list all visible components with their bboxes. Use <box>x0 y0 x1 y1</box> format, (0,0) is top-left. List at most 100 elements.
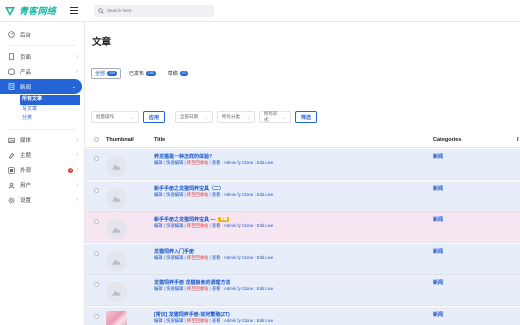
clone-link[interactable]: Admin fy Clone <box>224 286 253 291</box>
clone-link[interactable]: Admin fy Clone <box>224 255 253 260</box>
quick-edit-link[interactable]: 快速编辑 <box>166 318 183 323</box>
column-header-categories: Categories <box>433 136 462 143</box>
edit-link[interactable]: 编辑 <box>154 255 163 260</box>
trash-link[interactable]: 移至回收站 <box>187 255 208 260</box>
row-checkbox[interactable] <box>94 250 99 256</box>
post-title-link[interactable]: 养龙猫是一种怎样的体验? <box>154 153 212 160</box>
format-filter-select[interactable]: 所有形式 ⌄ <box>259 111 292 123</box>
search-box[interactable] <box>94 4 214 17</box>
row-checkbox[interactable] <box>94 156 99 161</box>
sidebar-item-theme[interactable]: 主题 › <box>0 148 84 163</box>
row-checkbox[interactable] <box>94 313 99 319</box>
main-content: 文章 全部 100 已发布 100 草稿 10 批量操作 ⌄ 应用 全部日期 ⌄ 所… <box>85 22 520 325</box>
select-value: 所有形式 <box>264 111 278 122</box>
sidebar-item-users[interactable]: 用户 › <box>0 178 84 193</box>
post-title: 新手手册之龙猫饲养宝具（二） <box>154 185 225 192</box>
quick-edit-link[interactable]: 快速编辑 <box>166 223 183 228</box>
table-row[interactable]: 龙猫饲养手册 龙猫娘食的调理方法 编辑 | 快速编辑 | 移至回收站 | 查看 :… <box>85 275 520 306</box>
tab-published[interactable]: 已发布 100 <box>125 68 160 79</box>
edit-live-link[interactable]: Edit Live <box>257 223 273 228</box>
search-input[interactable] <box>107 8 207 13</box>
trash-link[interactable]: 移至回收站 <box>187 223 208 228</box>
edit-link[interactable]: 编辑 <box>154 286 163 291</box>
clone-link[interactable]: Admin fy Clone <box>224 160 253 165</box>
edit-link[interactable]: 编辑 <box>154 318 163 323</box>
post-title-link[interactable]: 龙猫饲养入门手册 <box>154 248 194 255</box>
chevron-down-icon: ⌄ <box>130 114 134 120</box>
table-row[interactable]: 新手手册之龙猫饲养宝具（二） 编辑 | 快速编辑 | 移至回收站 | 查看 : A… <box>85 180 520 212</box>
edit-live-link[interactable]: Edit Live <box>257 160 273 165</box>
row-checkbox[interactable] <box>94 187 99 193</box>
clone-link[interactable]: Admin fy Clone <box>224 223 253 228</box>
edit-live-link[interactable]: Edit Live <box>257 192 273 197</box>
divider <box>8 45 76 46</box>
edit-link[interactable]: 编辑 <box>154 192 163 197</box>
tab-all[interactable]: 全部 100 <box>91 68 121 79</box>
edit-live-link[interactable]: Edit Live <box>257 286 273 291</box>
edit-live-link[interactable]: Edit Live <box>257 255 273 260</box>
sidebar-subitem-write-post[interactable]: 写文章 <box>20 105 84 115</box>
post-category-link[interactable]: 新闻 <box>433 248 443 255</box>
filter-button[interactable]: 筛选 <box>295 111 318 123</box>
sidebar-item-appearance[interactable]: 外观 2 › <box>0 163 84 178</box>
sidebar-subitem-all-posts[interactable]: 所有文章 <box>20 95 80 105</box>
post-title: [常识] 龙猫饲养手册-如何繁殖(ZT) <box>154 311 230 318</box>
post-title: 龙猫饲养入门手册 <box>154 248 195 255</box>
trash-link[interactable]: 移至回收站 <box>187 192 208 197</box>
tab-label: 全部 <box>95 71 106 77</box>
quick-edit-link[interactable]: 快速编辑 <box>166 192 183 197</box>
post-title-link[interactable]: [常识] 龙猫饲养手册-如何繁殖(ZT) <box>154 311 230 318</box>
table-row[interactable]: [常识] 龙猫饲养手册-如何繁殖(ZT) 编辑 | 快速编辑 | 移至回收站 | … <box>85 306 520 325</box>
chevron-right-icon: › <box>76 137 78 143</box>
quick-edit-link[interactable]: 快速编辑 <box>166 255 183 260</box>
post-category-link[interactable]: 新闻 <box>433 279 443 286</box>
trash-link[interactable]: 移至回收站 <box>187 286 208 291</box>
table-row[interactable]: 龙猫饲养入门手册 编辑 | 快速编辑 | 移至回收站 | 查看 : Admin f… <box>85 243 520 275</box>
edit-link[interactable]: 编辑 <box>154 160 163 165</box>
post-title-link[interactable]: 新手手册之龙猫饲养宝具（二） <box>154 185 224 192</box>
image-placeholder-icon <box>112 227 121 233</box>
sidebar-item-news[interactable]: 新闻 ⌄ <box>0 79 82 94</box>
column-header-title[interactable]: Title <box>154 137 165 143</box>
sidebar-item-media[interactable]: 媒体 › <box>0 133 84 148</box>
post-category-link[interactable]: 新闻 <box>433 185 443 192</box>
sidebar-subitem-categories[interactable]: 分类 <box>20 114 84 124</box>
category-filter-select[interactable]: 所有分类 ⌄ <box>217 111 256 123</box>
row-checkbox[interactable] <box>94 219 99 224</box>
table-row[interactable]: 养龙猫是一种怎样的体验? 编辑 | 快速编辑 | 移至回收站 | 查看 : Adm… <box>85 149 520 180</box>
tab-drafts[interactable]: 草稿 10 <box>164 68 192 79</box>
post-thumbnail-placeholder <box>106 219 127 240</box>
post-title-link[interactable]: 龙猫饲养手册 龙猫娘食的调理方法 <box>154 279 230 286</box>
clone-link[interactable]: Admin fy Clone <box>224 192 253 197</box>
quick-edit-link[interactable]: 快速编辑 <box>166 160 183 165</box>
menu-toggle-icon[interactable] <box>70 7 78 14</box>
status-tabs: 全部 100 已发布 100 草稿 10 <box>91 68 192 79</box>
row-actions: 编辑 | 快速编辑 | 移至回收站 | 查看 : Admin fy Clone … <box>154 223 274 228</box>
logo[interactable]: 青客网络 <box>0 4 70 17</box>
post-thumbnail-placeholder <box>106 156 127 177</box>
row-checkbox[interactable] <box>94 282 99 287</box>
sidebar-item-pages[interactable]: 页面 › <box>0 49 84 64</box>
date-filter-select[interactable]: 全部日期 ⌄ <box>175 111 214 123</box>
sidebar-item-label: 主题 <box>20 153 32 159</box>
post-category-link[interactable]: 新闻 <box>433 153 443 160</box>
edit-live-link[interactable]: Edit Live <box>257 318 273 323</box>
bulk-action-select[interactable]: 批量操作 ⌄ <box>91 111 139 123</box>
chevron-right-icon: › <box>76 152 78 158</box>
trash-link[interactable]: 移至回收站 <box>187 160 208 165</box>
search-icon <box>98 7 104 14</box>
table-row[interactable]: 新手手册之龙猫饲养宝具 — 草稿 编辑 | 快速编辑 | 移至回收站 | 查看 : … <box>85 212 520 243</box>
post-category-link[interactable]: 新闻 <box>433 311 443 318</box>
sidebar-item-settings[interactable]: 设置 › <box>0 193 84 208</box>
post-category-link[interactable]: 新闻 <box>433 216 443 223</box>
sidebar-item-products[interactable]: 产品 › <box>0 64 84 79</box>
apply-button[interactable]: 应用 <box>143 111 166 123</box>
edit-link[interactable]: 编辑 <box>154 223 163 228</box>
select-all-checkbox[interactable] <box>94 137 99 142</box>
trash-link[interactable]: 移至回收站 <box>187 318 208 323</box>
post-title-link[interactable]: 新手手册之龙猫饲养宝具 — 草稿 <box>154 216 230 223</box>
page-icon <box>9 53 14 60</box>
quick-edit-link[interactable]: 快速编辑 <box>166 286 183 291</box>
clone-link[interactable]: Admin fy Clone <box>224 318 253 323</box>
sidebar-item-dashboard[interactable]: 后台 <box>0 27 84 42</box>
